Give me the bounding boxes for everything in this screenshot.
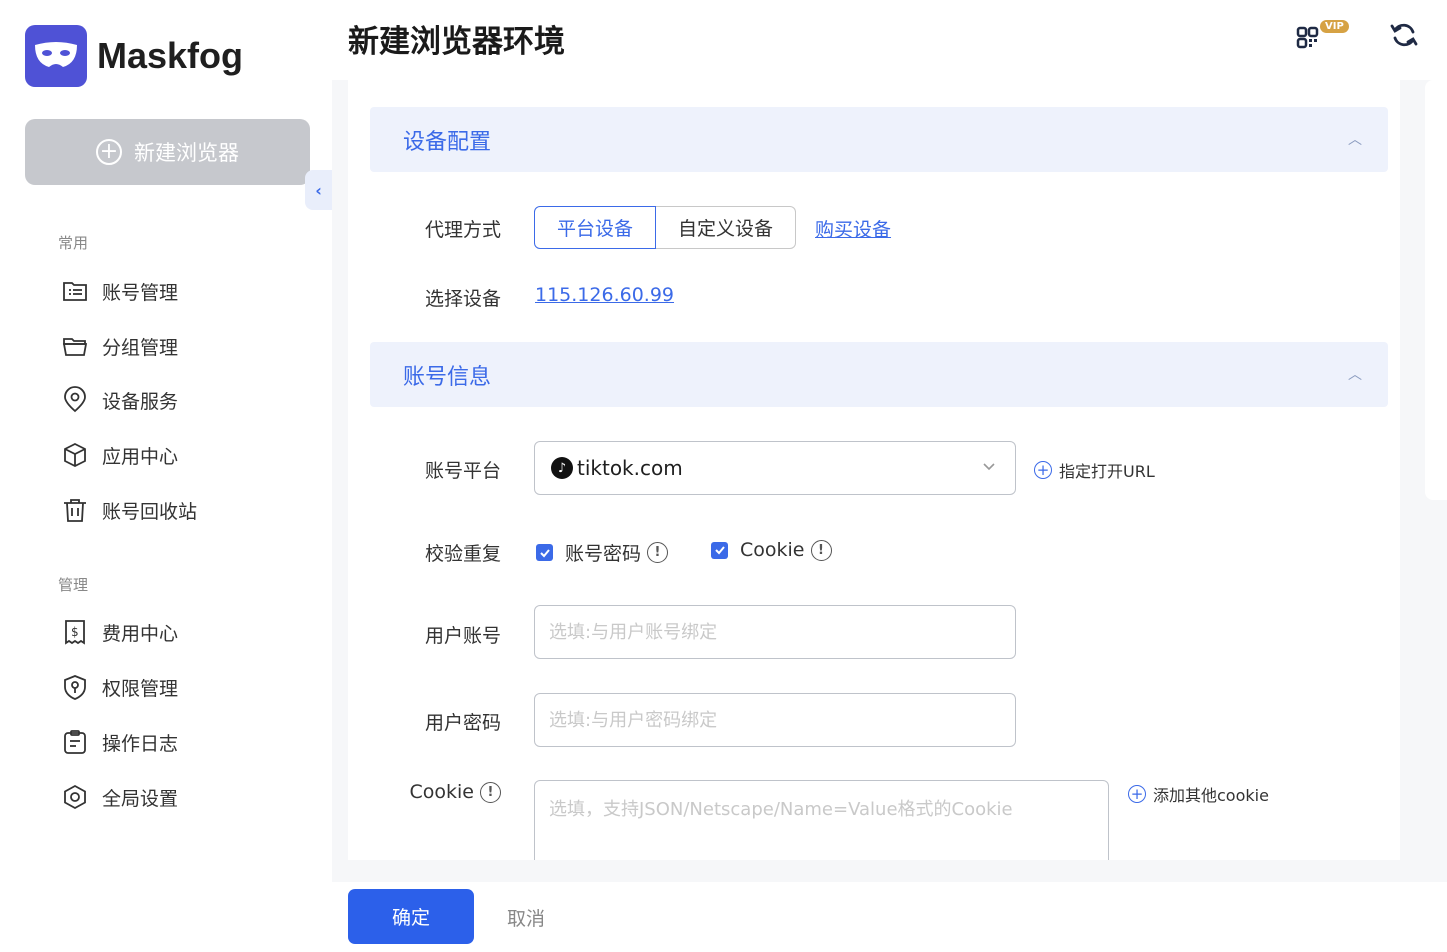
user-password-input[interactable] <box>534 693 1016 747</box>
cookie-textarea[interactable] <box>534 780 1109 860</box>
new-browser-button[interactable]: + 新建浏览器 <box>25 119 310 185</box>
sidebar-item-device-service[interactable]: 设备服务 <box>60 385 178 415</box>
chevron-down-icon <box>983 463 995 471</box>
sidebar-item-billing-center[interactable]: $ 费用中心 <box>60 617 178 647</box>
section-label-common: 常用 <box>58 234 89 252</box>
sidebar-item-account-recycle-bin[interactable]: 账号回收站 <box>60 495 197 525</box>
user-password-label: 用户密码 <box>424 712 501 734</box>
section-title: 设备配置 <box>403 129 492 155</box>
mask-logo-icon <box>25 25 87 87</box>
platform-select[interactable]: ♪ tiktok.com <box>534 441 1016 495</box>
platform-value: tiktok.com <box>577 456 683 480</box>
page-title: 新建浏览器环境 <box>348 24 565 60</box>
specify-url-label: 指定打开URL <box>1059 462 1155 481</box>
checkbox-label: 账号密码 <box>565 543 642 565</box>
select-device-label: 选择设备 <box>424 288 501 310</box>
info-exclamation-icon[interactable]: ! <box>810 539 832 561</box>
refresh-icon[interactable] <box>1389 20 1419 50</box>
specify-url-button[interactable]: + 指定打开URL <box>1034 458 1155 482</box>
sidebar-item-label: 全局设置 <box>102 787 179 810</box>
right-panel <box>1425 80 1447 500</box>
cancel-button[interactable]: 取消 <box>507 904 545 931</box>
cookie-label-row: Cookie ! <box>348 781 501 803</box>
buy-device-link[interactable]: 购买设备 <box>815 215 891 242</box>
brand-logo[interactable]: Maskfog <box>25 25 243 87</box>
checkbox-checked-icon <box>711 541 728 559</box>
trash-icon <box>60 495 90 525</box>
proxy-mode-segmented: 平台设备 自定义设备 <box>534 206 797 249</box>
folder-icon <box>60 331 90 361</box>
tiktok-icon: ♪ <box>551 457 573 479</box>
chevron-up-icon: ︿ <box>1348 367 1362 383</box>
info-exclamation-icon[interactable]: ! <box>647 542 669 563</box>
add-cookie-label: 添加其他cookie <box>1153 786 1269 805</box>
sidebar-item-label: 设备服务 <box>102 390 179 413</box>
sidebar-item-label: 分组管理 <box>102 336 179 359</box>
section-title: 账号信息 <box>403 364 492 390</box>
sidebar: Maskfog + 新建浏览器 ‹ 常用 账号管理 分组管理 设备服务 应用中心… <box>0 0 332 882</box>
dedupe-account-password-checkbox[interactable]: 账号密码 ! <box>536 539 669 566</box>
svg-text:$: $ <box>71 625 79 639</box>
sidebar-item-label: 账号回收站 <box>102 500 198 523</box>
sidebar-item-label: 操作日志 <box>102 732 179 755</box>
checkbox-label: Cookie <box>740 539 805 561</box>
sidebar-item-operation-log[interactable]: 操作日志 <box>60 727 178 757</box>
user-account-label: 用户账号 <box>424 625 501 647</box>
new-browser-label: 新建浏览器 <box>134 141 239 165</box>
sidebar-item-label: 权限管理 <box>102 677 179 700</box>
proxy-option-custom[interactable]: 自定义设备 <box>656 206 797 249</box>
vip-badge: VIP <box>1320 20 1349 33</box>
location-pin-icon <box>60 385 90 415</box>
platform-label: 账号平台 <box>424 460 501 482</box>
plus-circle-icon: + <box>1034 461 1052 479</box>
sidebar-item-label: 费用中心 <box>102 622 179 645</box>
shield-key-icon <box>60 672 90 702</box>
cube-icon <box>60 440 90 470</box>
user-account-input[interactable] <box>534 605 1016 659</box>
settings-hex-icon <box>60 782 90 812</box>
device-ip-link[interactable]: 115.126.60.99 <box>535 284 674 306</box>
brand-name: Maskfog <box>97 35 244 76</box>
add-cookie-button[interactable]: + 添加其他cookie <box>1128 782 1269 806</box>
chevron-up-icon: ︿ <box>1348 132 1362 148</box>
proxy-option-platform[interactable]: 平台设备 <box>534 206 657 249</box>
sidebar-item-global-settings[interactable]: 全局设置 <box>60 782 178 812</box>
proxy-mode-label: 代理方式 <box>424 219 501 241</box>
footer-bar: 确定 取消 <box>332 882 1447 952</box>
dollar-doc-icon: $ <box>60 617 90 647</box>
form-panel: 设备配置 ︿ 代理方式 平台设备 自定义设备 购买设备 选择设备 115.126… <box>348 80 1400 860</box>
clipboard-icon <box>60 727 90 757</box>
info-exclamation-icon[interactable]: ! <box>480 781 501 803</box>
account-info-header[interactable]: 账号信息 ︿ <box>370 342 1388 407</box>
plus-circle-icon: + <box>1128 785 1146 803</box>
checkbox-checked-icon <box>536 544 553 561</box>
dedupe-cookie-checkbox[interactable]: Cookie ! <box>711 539 832 561</box>
collapse-sidebar-chevron-left-icon[interactable]: ‹ <box>305 170 332 210</box>
cookie-label: Cookie <box>409 781 475 803</box>
section-label-manage: 管理 <box>58 576 89 594</box>
sidebar-item-permission-management[interactable]: 权限管理 <box>60 672 178 702</box>
account-list-icon <box>60 276 90 306</box>
sidebar-item-label: 应用中心 <box>102 445 179 468</box>
sidebar-item-label: 账号管理 <box>102 281 179 304</box>
plus-circle-icon: + <box>96 139 122 165</box>
device-config-header[interactable]: 设备配置 ︿ <box>370 107 1388 172</box>
sidebar-item-group-management[interactable]: 分组管理 <box>60 331 178 361</box>
dedupe-label: 校验重复 <box>424 543 501 565</box>
sidebar-item-app-center[interactable]: 应用中心 <box>60 440 178 470</box>
confirm-button[interactable]: 确定 <box>348 889 474 944</box>
sidebar-item-account-management[interactable]: 账号管理 <box>60 276 178 306</box>
